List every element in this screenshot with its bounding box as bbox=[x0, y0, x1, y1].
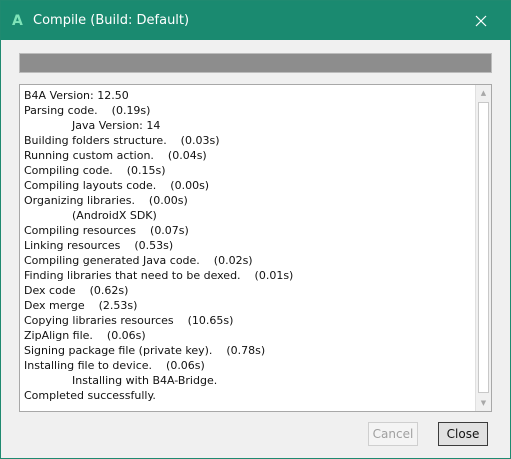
log-line: Compiling code. (0.15s) bbox=[24, 164, 166, 177]
log-line: Dex merge (2.53s) bbox=[24, 299, 138, 312]
scroll-up-arrow-icon[interactable]: ▲ bbox=[476, 85, 491, 101]
log-line: ZipAlign file. (0.06s) bbox=[24, 329, 146, 342]
log-scrollbar[interactable]: ▲ ▼ bbox=[475, 85, 491, 411]
progress-bar bbox=[19, 53, 492, 73]
progress-bar-fill bbox=[20, 54, 491, 72]
log-line: Compiling generated Java code. (0.02s) bbox=[24, 254, 253, 267]
window-title: Compile (Build: Default) bbox=[33, 13, 190, 28]
log-line: Dex code (0.62s) bbox=[24, 284, 129, 297]
log-line: Building folders structure. (0.03s) bbox=[24, 134, 220, 147]
log-line: Compiling layouts code. (0.00s) bbox=[24, 179, 210, 192]
log-line: Organizing libraries. (0.00s) bbox=[24, 194, 188, 207]
log-line: Parsing code. (0.19s) bbox=[24, 104, 151, 117]
log-line: Java Version: 14 bbox=[72, 119, 161, 132]
b4a-app-icon: A bbox=[12, 13, 23, 29]
log-line: Finding libraries that need to be dexed.… bbox=[24, 269, 294, 282]
close-icon bbox=[475, 15, 487, 27]
log-line: Completed successfully. bbox=[24, 389, 156, 402]
log-line: Linking resources (0.53s) bbox=[24, 239, 174, 252]
close-button[interactable]: Close bbox=[438, 422, 488, 446]
log-line: B4A Version: 12.50 bbox=[24, 89, 129, 102]
log-line: Installing file to device. (0.06s) bbox=[24, 359, 205, 372]
scroll-thumb[interactable] bbox=[478, 102, 489, 393]
compile-log: B4A Version: 12.50 Parsing code. (0.19s) J… bbox=[19, 84, 492, 412]
log-line: Compiling resources (0.07s) bbox=[24, 224, 189, 237]
log-line: Signing package file (private key). (0.7… bbox=[24, 344, 266, 357]
log-line: (AndroidX SDK) bbox=[72, 209, 157, 222]
compile-dialog: A Compile (Build: Default) B4A Version: … bbox=[0, 0, 511, 459]
cancel-button[interactable]: Cancel bbox=[368, 422, 418, 446]
log-lines: B4A Version: 12.50 Parsing code. (0.19s) J… bbox=[24, 88, 293, 403]
log-line: Running custom action. (0.04s) bbox=[24, 149, 207, 162]
log-line: Installing with B4A-Bridge. bbox=[72, 374, 218, 387]
close-window-button[interactable] bbox=[468, 10, 494, 32]
scroll-down-arrow-icon[interactable]: ▼ bbox=[476, 395, 491, 411]
title-bar: A Compile (Build: Default) bbox=[1, 1, 510, 40]
log-line: Copying libraries resources (10.65s) bbox=[24, 314, 234, 327]
